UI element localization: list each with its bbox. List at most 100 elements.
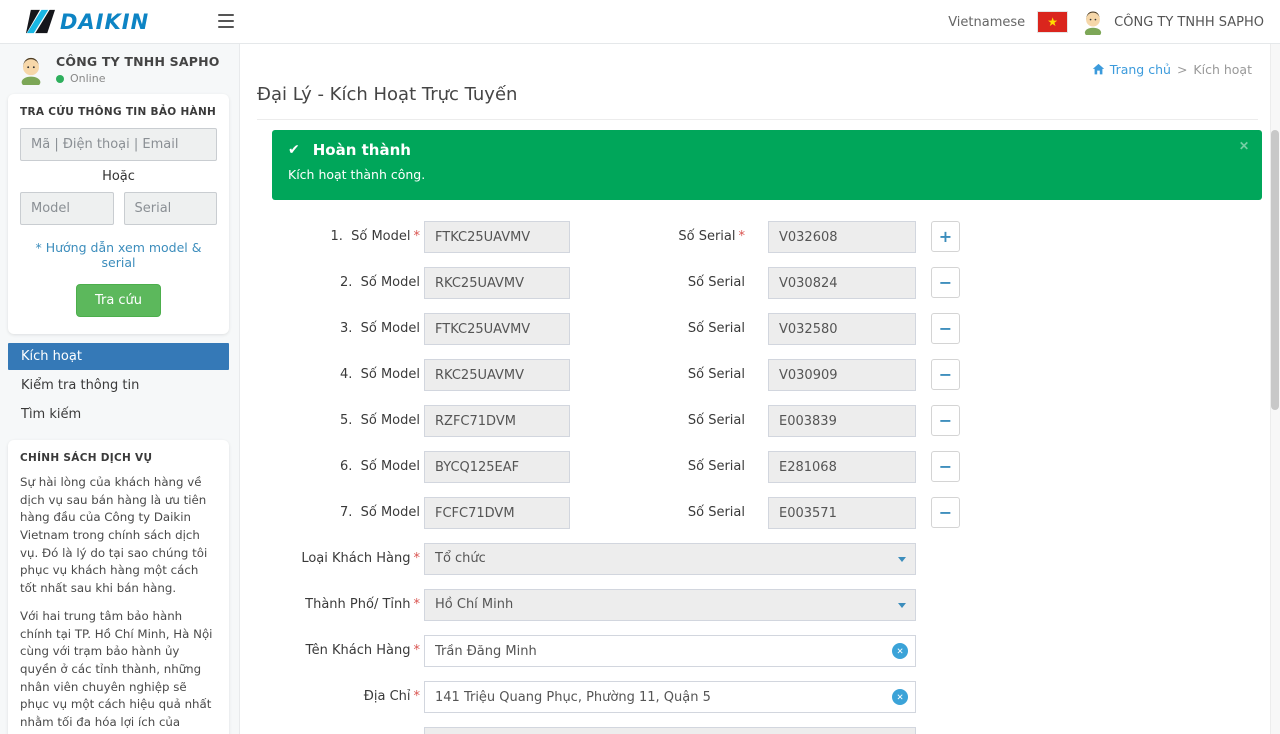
clear-icon[interactable]: ✕ (892, 689, 908, 705)
vietnam-flag-icon[interactable]: ★ (1038, 12, 1067, 32)
city-select[interactable]: Hồ Chí Minh (424, 589, 916, 621)
row-remove-button[interactable]: − (931, 313, 960, 344)
model-input[interactable] (424, 313, 570, 345)
close-icon[interactable]: ✕ (1239, 139, 1249, 153)
lookup-search-button[interactable]: Tra cứu (76, 284, 161, 317)
lookup-title: TRA CỨU THÔNG TIN BẢO HÀNH (20, 106, 217, 118)
serial-row-label: Số Serial (570, 267, 745, 299)
lookup-code-input[interactable] (20, 128, 217, 161)
model-input[interactable] (424, 221, 570, 253)
serial-row-label: Số Serial (570, 497, 745, 529)
lookup-model-input[interactable] (20, 192, 114, 225)
page-title: Đại Lý - Kích Hoạt Trực Tuyến (257, 84, 517, 105)
customer-name-label: Tên Khách Hàng* (240, 635, 420, 667)
activation-form: 1. Số Model*Số Serial*+2. Số ModelSố Ser… (240, 221, 1270, 734)
menu-icon[interactable] (218, 14, 234, 28)
address-input[interactable] (424, 681, 916, 713)
policy-paragraph: Sự hài lòng của khách hàng về dịch vụ sa… (20, 474, 217, 598)
warranty-lookup-card: TRA CỨU THÔNG TIN BẢO HÀNH Hoặc * Hướng … (8, 94, 229, 334)
daikin-logo[interactable]: DAIKIN (26, 7, 149, 36)
daikin-logo-icon (26, 7, 55, 36)
row-remove-button[interactable]: − (931, 359, 960, 390)
sidebar-item-kich-hoat[interactable]: Kích hoạt (8, 343, 229, 370)
customer-type-label: Loại Khách Hàng* (240, 543, 420, 575)
row-remove-button[interactable]: − (931, 451, 960, 482)
chevron-down-icon (898, 603, 906, 608)
model-serial-row: 4. Số ModelSố Serial− (240, 359, 1270, 391)
breadcrumb: Trang chủ > Kích hoạt (1092, 62, 1252, 77)
model-input[interactable] (424, 267, 570, 299)
online-status-label: Online (70, 72, 105, 85)
scrollbar-thumb[interactable] (1271, 130, 1279, 410)
serial-row-label: Số Serial* (570, 221, 745, 253)
breadcrumb-separator: > (1177, 62, 1187, 77)
customer-type-select[interactable]: Tổ chức (424, 543, 916, 575)
row-remove-button[interactable]: − (931, 267, 960, 298)
or-label: Hoặc (20, 169, 217, 184)
policy-title: CHÍNH SÁCH DỊCH VỤ (20, 452, 217, 464)
customer-name-input[interactable] (424, 635, 916, 667)
serial-input[interactable] (768, 497, 916, 529)
city-row: Thành Phố/ Tỉnh* Hồ Chí Minh (240, 589, 1270, 621)
user-avatar-icon (1080, 9, 1106, 35)
model-serial-row: 5. Số Model Số Serial − (240, 405, 1270, 437)
model-row-label: 7. Số Model (240, 497, 420, 529)
service-policy-card: CHÍNH SÁCH DỊCH VỤ Sự hài lòng của khách… (8, 440, 229, 734)
language-selector[interactable]: Vietnamese (948, 15, 1025, 30)
customer-type-row: Loại Khách Hàng* Tổ chức (240, 543, 1270, 575)
alert-title: Hoàn thành (313, 141, 411, 159)
partial-select[interactable] (424, 727, 916, 734)
model-serial-row: 6. Số ModelSố Serial− (240, 451, 1270, 483)
serial-input[interactable] (768, 451, 916, 483)
model-row-label: 3. Số Model (240, 313, 420, 345)
title-divider (257, 119, 1258, 120)
clear-icon[interactable]: ✕ (892, 643, 908, 659)
sidebar-item-kiem-tra-thong-tin[interactable]: Kiểm tra thông tin (8, 372, 229, 399)
model-input[interactable] (424, 497, 570, 529)
serial-row-label: Số Serial (570, 359, 745, 391)
breadcrumb-home-link[interactable]: Trang chủ (1092, 62, 1171, 77)
check-icon: ✔ (288, 142, 300, 158)
lookup-serial-input[interactable] (124, 192, 218, 225)
model-serial-row: 2. Số Model Số Serial − (240, 267, 1270, 299)
serial-row-label: Số Serial (570, 405, 745, 437)
alert-message: Kích hoạt thành công. (288, 167, 1246, 182)
sidebar: CÔNG TY TNHH SAPHO Online TRA CỨU THÔNG … (0, 44, 240, 734)
model-input[interactable] (424, 359, 570, 391)
model-row-label: 5. Số Model (240, 405, 420, 437)
chevron-down-icon (898, 557, 906, 562)
model-serial-row: 7. Số Model Số Serial − (240, 497, 1270, 529)
model-serial-row: 1. Số Model*Số Serial*+ (240, 221, 1270, 253)
serial-input[interactable] (768, 221, 916, 253)
model-input[interactable] (424, 451, 570, 483)
serial-row-label: Số Serial (570, 313, 745, 345)
main-content: Trang chủ > Kích hoạt Đại Lý - Kích Hoạt… (240, 44, 1270, 734)
sidebar-item-tim-kiem[interactable]: Tìm kiếm (8, 401, 229, 428)
row-add-button[interactable]: + (931, 221, 960, 252)
next-field-partial-row (240, 727, 1270, 734)
serial-input[interactable] (768, 405, 916, 437)
top-header: DAIKIN Vietnamese ★ CÔNG TY TNHH SAPHO (0, 0, 1280, 44)
brand-name: DAIKIN (60, 10, 149, 34)
sidebar-avatar-icon (16, 55, 46, 85)
row-remove-button[interactable]: − (931, 497, 960, 528)
row-remove-button[interactable]: − (931, 405, 960, 436)
model-serial-guide-link[interactable]: * Hướng dẫn xem model & serial (20, 240, 217, 270)
model-serial-rows: 1. Số Model*Số Serial*+2. Số ModelSố Ser… (240, 221, 1270, 529)
customer-name-row: Tên Khách Hàng* ✕ (240, 635, 1270, 667)
model-row-label: 6. Số Model (240, 451, 420, 483)
breadcrumb-current: Kích hoạt (1193, 62, 1252, 77)
sidebar-user-panel: CÔNG TY TNHH SAPHO Online (0, 44, 239, 94)
model-input[interactable] (424, 405, 570, 437)
city-label: Thành Phố/ Tỉnh* (240, 589, 420, 621)
policy-paragraph: Với hai trung tâm bảo hành chính tại TP.… (20, 608, 217, 734)
model-row-label: 2. Số Model (240, 267, 420, 299)
online-status-icon (56, 75, 64, 83)
address-row: Địa Chỉ* ✕ (240, 681, 1270, 713)
serial-input[interactable] (768, 267, 916, 299)
header-user-name: CÔNG TY TNHH SAPHO (1114, 15, 1264, 30)
flag-star-icon: ★ (1047, 16, 1058, 28)
header-user-menu[interactable]: CÔNG TY TNHH SAPHO (1080, 9, 1264, 35)
serial-input[interactable] (768, 359, 916, 391)
serial-input[interactable] (768, 313, 916, 345)
